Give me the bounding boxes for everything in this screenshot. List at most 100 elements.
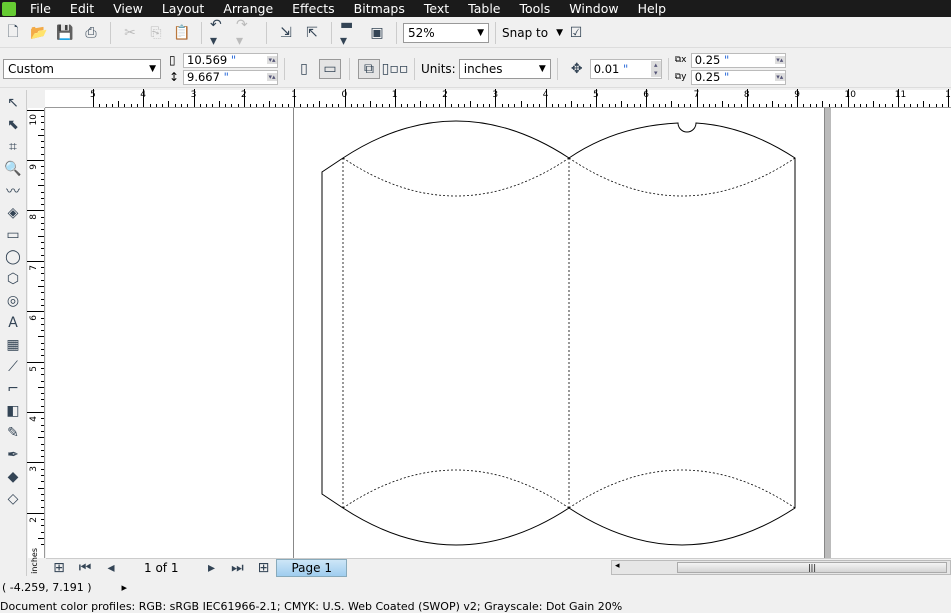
pillow-box-drawing[interactable] (46, 108, 951, 558)
menu-bar: File Edit View Layout Arrange Effects Bi… (0, 0, 951, 17)
menu-help[interactable]: Help (638, 1, 667, 16)
color-profiles-status[interactable]: Document color profiles: RGB: sRGB IEC61… (0, 600, 622, 613)
connector-tool-icon[interactable]: ⌐ (2, 380, 24, 398)
last-page-icon[interactable]: ⏭ (226, 558, 248, 578)
ruler-label: 9 (29, 164, 39, 170)
document-navigator: ⊞ ⏮ ◂ 1 of 1 ▸ ⏭ ⊞ Page 1 ◂ ||| (46, 558, 951, 578)
page-count: 1 of 1 (144, 560, 179, 575)
print-icon[interactable]: ⎙ (80, 23, 102, 43)
vertical-ruler[interactable]: inches 10 9 8 7 6 5 4 3 2 (27, 108, 45, 574)
zoom-tool-icon[interactable]: 🔍 (2, 160, 24, 178)
ruler-label: 10 (29, 113, 39, 126)
open-icon[interactable]: 📂 (28, 23, 50, 43)
prev-page-icon[interactable]: ◂ (100, 558, 122, 578)
zoom-select[interactable]: 52% ▼ (403, 22, 489, 43)
menu-tools[interactable]: Tools (519, 1, 550, 16)
menu-effects[interactable]: Effects (292, 1, 335, 16)
ruler-label: 7 (29, 264, 39, 271)
new-icon[interactable]: 🗋 (2, 23, 24, 43)
horizontal-ruler[interactable]: 543210123456789101112 (45, 89, 951, 108)
nudge-input[interactable]: 0.01 " ▴ ▾ (589, 58, 662, 79)
fold-line-top-right (568, 157, 796, 197)
ruler-label: 6 (29, 315, 39, 321)
text-tool-icon[interactable]: A (2, 314, 24, 332)
ruler-label: 4 (29, 416, 39, 422)
menu-window[interactable]: Window (569, 1, 618, 16)
first-page-icon[interactable]: ⏮ (74, 558, 96, 578)
options-checklist-icon[interactable]: ☑ (565, 23, 587, 43)
horizontal-scrollbar[interactable]: ◂ ||| (611, 560, 951, 575)
menu-file[interactable]: File (30, 1, 51, 16)
shape-tool-icon[interactable]: ⬉ (2, 116, 24, 134)
scroll-left-icon[interactable]: ◂ (615, 561, 620, 571)
add-page-before-icon[interactable]: ⊞ (48, 558, 70, 578)
scrollbar-thumb[interactable]: ||| (677, 562, 947, 573)
all-pages-icon[interactable]: ⧉ (358, 58, 380, 79)
menu-table[interactable]: Table (468, 1, 500, 16)
page-size-select[interactable]: Custom ▼ (3, 58, 161, 79)
rectangle-tool-icon[interactable]: ▭ (2, 226, 24, 244)
duplicate-x-input[interactable]: 0.25 " ▾▴ (690, 52, 786, 68)
ruler-label: 10 (844, 90, 856, 100)
redo-icon[interactable]: ↷ ▾ (236, 17, 258, 49)
app-logo-icon (2, 1, 16, 16)
copy-icon[interactable]: ⎘ (145, 23, 167, 43)
drawing-canvas[interactable] (46, 108, 951, 558)
interactive-blend-icon[interactable]: ◧ (2, 402, 24, 420)
menu-layout[interactable]: Layout (162, 1, 205, 16)
page-width-icon: ▯ (169, 53, 176, 67)
ruler-label: 11 (894, 90, 907, 100)
current-page-icon[interactable]: ▯▫▫ (382, 59, 409, 79)
pick-tool-icon[interactable]: ↖ (2, 94, 24, 112)
outline-pen-icon[interactable]: ✒ (2, 446, 24, 464)
expand-arrow-icon[interactable]: ▸ (122, 581, 128, 594)
cut-icon[interactable]: ✂ (119, 23, 141, 43)
cursor-coordinates: ( -4.259, 7.191 ) ▸ (2, 581, 128, 594)
crop-tool-icon[interactable]: ⌗ (2, 138, 24, 156)
toolbox: ↖ ⬉ ⌗ 🔍 〰 ◈ ▭ ◯ ⬡ ◎ A ▦ ⟋ ⌐ ◧ ✎ ✒ ◆ ◇ (0, 90, 27, 576)
paste-icon[interactable]: 📋 (171, 23, 193, 43)
menu-edit[interactable]: Edit (70, 1, 94, 16)
page-width-input[interactable]: 10.569 " ▾▴ (183, 52, 278, 68)
ellipse-tool-icon[interactable]: ◯ (2, 248, 24, 266)
landscape-icon[interactable]: ▭ (319, 58, 341, 79)
menu-bitmaps[interactable]: Bitmaps (354, 1, 405, 16)
box-outline (321, 120, 796, 546)
import-icon[interactable]: ⇲ (275, 23, 297, 43)
fold-line-bottom-left (342, 469, 570, 509)
eyedropper-icon[interactable]: ✎ (2, 424, 24, 442)
portrait-icon[interactable]: ▯ (293, 59, 315, 79)
units-label: Units: (421, 61, 456, 76)
menu-view[interactable]: View (113, 1, 143, 16)
add-page-after-icon[interactable]: ⊞ (252, 558, 274, 578)
application-launcher-icon[interactable]: ▬ ▾ (340, 17, 362, 49)
dimension-tool-icon[interactable]: ⟋ (2, 358, 24, 376)
table-tool-icon[interactable]: ▦ (2, 336, 24, 354)
welcome-screen-icon[interactable]: ▣ (366, 23, 388, 43)
fill-tool-icon[interactable]: ◆ (2, 468, 24, 486)
next-page-icon[interactable]: ▸ (200, 558, 222, 578)
menu-arrange[interactable]: Arrange (223, 1, 273, 16)
menu-text[interactable]: Text (424, 1, 449, 16)
snap-to-button[interactable]: Snap to (502, 26, 548, 40)
undo-icon[interactable]: ↶ ▾ (210, 17, 232, 49)
tab-page-1[interactable]: Page 1 (276, 558, 347, 577)
basic-shapes-icon[interactable]: ◎ (2, 292, 24, 310)
units-select[interactable]: inches ▼ (458, 58, 551, 79)
duplicate-y-input[interactable]: 0.25 " ▾▴ (690, 69, 786, 85)
standard-toolbar: 🗋 📂 💾 ⎙ ✂ ⎘ 📋 ↶ ▾ ↷ ▾ ⇲ ⇱ ▬ ▾ ▣ 52% ▼ Sna… (0, 17, 951, 49)
ruler-label: 3 (29, 466, 39, 473)
nudge-icon: ✥ (570, 60, 583, 77)
ruler-label: 2 (29, 516, 39, 523)
ruler-label: 8 (29, 214, 39, 221)
interactive-fill-icon[interactable]: ◇ (2, 490, 24, 508)
export-icon[interactable]: ⇱ (301, 23, 323, 43)
save-icon[interactable]: 💾 (54, 23, 76, 43)
page-height-icon: ↕ (169, 70, 180, 84)
polygon-tool-icon[interactable]: ⬡ (2, 270, 24, 288)
property-bar: Custom ▼ ▯ 10.569 " ▾▴ ↕ 9.667 " ▾▴ ▯ ▭ ⧉ ▯▫▫… (0, 50, 951, 88)
page-height-input[interactable]: 9.667 " ▾▴ (183, 69, 278, 85)
fold-line-bottom-right (568, 469, 796, 509)
freehand-tool-icon[interactable]: 〰 (2, 182, 24, 200)
smart-fill-icon[interactable]: ◈ (2, 204, 24, 222)
